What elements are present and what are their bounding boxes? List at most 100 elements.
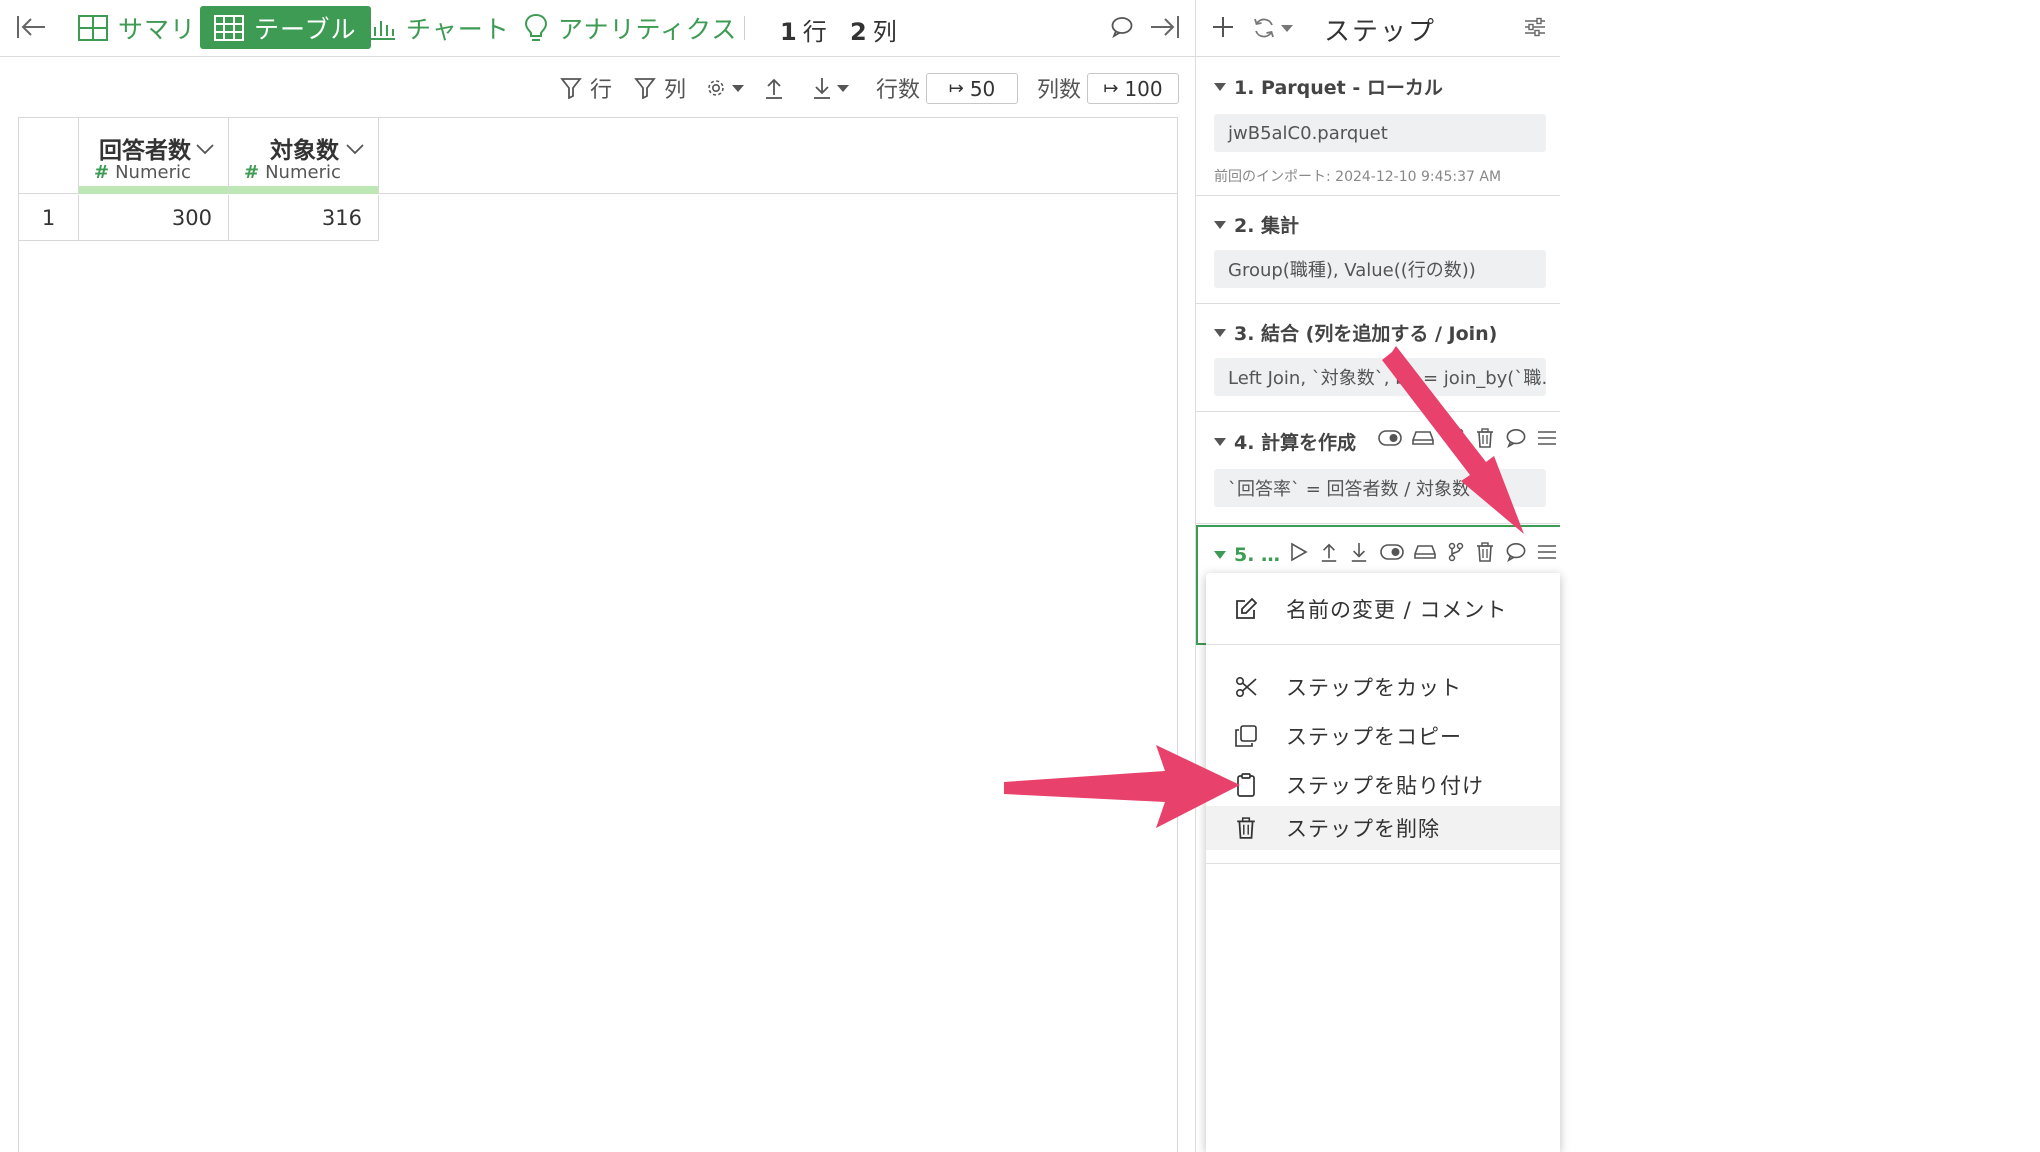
menu-item-delete[interactable]: ステップを削除: [1206, 806, 1560, 850]
chevron-down-icon[interactable]: [196, 140, 214, 159]
sort-ascending-button[interactable]: [764, 73, 784, 103]
toggle-icon[interactable]: [1380, 544, 1404, 560]
tab-chart[interactable]: チャート: [366, 6, 510, 49]
comment-icon[interactable]: [1506, 428, 1526, 448]
filter-icon: [634, 78, 656, 99]
numeric-hash-icon: #: [244, 162, 260, 183]
collapse-triangle-icon[interactable]: [1214, 328, 1226, 338]
collapse-triangle-icon[interactable]: [1214, 82, 1226, 92]
column-filter-label: 列: [664, 78, 687, 103]
add-step-icon[interactable]: [1212, 16, 1234, 42]
drive-icon[interactable]: [1414, 544, 1436, 560]
step-header[interactable]: 4. 計算を作成: [1214, 428, 1356, 455]
row-filter-button[interactable]: 行: [560, 73, 612, 103]
caret-down-icon: [837, 85, 849, 92]
bar-chart-icon: [367, 16, 395, 40]
drive-icon[interactable]: [1412, 430, 1434, 446]
table-cell[interactable]: 300: [79, 195, 229, 241]
step-summary[interactable]: jwB5alC0.parquet: [1214, 114, 1546, 152]
step-title: 1. Parquet - ローカル: [1234, 77, 1443, 99]
column-count-value: 2: [850, 18, 867, 46]
trash-icon[interactable]: [1476, 428, 1494, 448]
comment-icon[interactable]: [1506, 542, 1526, 562]
tab-summary-label: サマリ: [118, 14, 197, 44]
branch-icon[interactable]: [1448, 542, 1464, 562]
menu-item-copy[interactable]: ステップをコピー: [1206, 714, 1560, 758]
step-title: 3. 結合 (列を追加する / Join): [1234, 323, 1498, 345]
columns-limit-input[interactable]: ↦ 100: [1087, 73, 1179, 104]
column-type: # Numeric: [94, 162, 191, 183]
menu-item-paste[interactable]: ステップを貼り付け: [1206, 763, 1560, 807]
trash-icon: [1206, 817, 1286, 839]
step-title: 4. 計算を作成: [1234, 432, 1357, 454]
columns-limit-value: 100: [1124, 76, 1163, 101]
collapse-left-icon[interactable]: [16, 14, 46, 44]
step-header[interactable]: 2. 集計: [1214, 211, 1299, 238]
refresh-dropdown[interactable]: [1252, 16, 1294, 40]
column-header[interactable]: 対象数 # Numeric: [229, 118, 379, 194]
tab-table[interactable]: テーブル: [200, 6, 371, 49]
collapse-triangle-icon[interactable]: [1214, 220, 1226, 230]
table-icon: [214, 14, 244, 41]
menu-item-label: ステップをカット: [1286, 676, 1462, 700]
step-summary[interactable]: Left Join, `対象数`, by = join_by(`職…: [1214, 358, 1546, 396]
step-card[interactable]: 4. 計算を作成 `回答率` = 回答者数 / 対象数: [1196, 412, 1560, 524]
steps-panel-title: ステップ: [1324, 17, 1437, 47]
columns-label: 列数: [1037, 78, 1082, 103]
step-header[interactable]: 3. 結合 (列を追加する / Join): [1214, 319, 1497, 346]
download-arrow-icon[interactable]: [1350, 542, 1368, 562]
data-table: 回答者数 # Numeric 対象数 # Numeric 1 300 316: [18, 117, 1178, 1152]
step-header[interactable]: 5. …: [1214, 544, 1280, 566]
menu-divider: [1206, 644, 1560, 645]
chevron-down-icon[interactable]: [346, 140, 364, 159]
step-header[interactable]: 1. Parquet - ローカル: [1214, 73, 1443, 100]
jump-to-end-icon: ↦: [948, 78, 964, 99]
menu-item-cut[interactable]: ステップをカット: [1206, 665, 1560, 709]
column-type-label: Numeric: [265, 162, 341, 183]
menu-item-rename[interactable]: 名前の変更 / コメント: [1206, 587, 1560, 631]
gear-icon: [708, 80, 724, 96]
step-summary[interactable]: `回答率` = 回答者数 / 対象数: [1214, 469, 1546, 507]
rows-limit-value: 50: [969, 76, 996, 101]
hamburger-menu-icon[interactable]: [1538, 544, 1556, 560]
step-title: 5. …: [1234, 544, 1281, 566]
column-quality-bar: [79, 186, 228, 194]
step-card[interactable]: 2. 集計 Group(職種), Value((行の数)): [1196, 196, 1560, 304]
branch-icon[interactable]: [1448, 428, 1464, 448]
copy-icon: [1206, 725, 1286, 747]
collapse-triangle-icon[interactable]: [1214, 550, 1226, 560]
table-cell[interactable]: 316: [229, 195, 379, 241]
comment-icon[interactable]: [1111, 16, 1133, 42]
tab-summary[interactable]: サマリ: [78, 6, 196, 49]
row-index: 1: [19, 195, 79, 241]
tab-chart-label: チャート: [406, 14, 510, 44]
download-arrow-icon: [814, 78, 830, 99]
upload-arrow-icon[interactable]: [1320, 542, 1338, 562]
export-dropdown[interactable]: [812, 73, 850, 103]
tab-analytics[interactable]: アナリティクス: [524, 6, 737, 49]
toggle-icon[interactable]: [1378, 430, 1402, 446]
step-context-menu: 名前の変更 / コメント ステップをカット ステップをコピー ステップを貼り付け…: [1206, 573, 1560, 1152]
column-name: 回答者数: [99, 138, 191, 164]
run-icon[interactable]: [1290, 542, 1308, 562]
hamburger-menu-icon[interactable]: [1538, 430, 1556, 446]
menu-item-label: 名前の変更 / コメント: [1286, 598, 1508, 622]
rows-label: 行数: [876, 78, 921, 103]
collapse-right-icon[interactable]: [1150, 14, 1180, 44]
exploratory-app: サマリ テーブル チャート アナリティクス 1 行 2 列 行 列 行数 ↦ 50 …: [0, 0, 2040, 1152]
step-actions: [1282, 542, 1556, 562]
column-filter-button[interactable]: 列: [634, 73, 686, 103]
step-card[interactable]: 3. 結合 (列を追加する / Join) Left Join, `対象数`, …: [1196, 304, 1560, 412]
step-summary[interactable]: Group(職種), Value((行の数)): [1214, 250, 1546, 288]
step-card[interactable]: 1. Parquet - ローカル jwB5alC0.parquet 前回のイン…: [1196, 58, 1560, 196]
scissors-icon: [1206, 676, 1286, 698]
step-import-timestamp: 前回のインポート: 2024-12-10 9:45:37 AM: [1214, 169, 1502, 185]
sliders-icon[interactable]: [1524, 16, 1546, 42]
collapse-triangle-icon[interactable]: [1214, 437, 1226, 447]
jump-to-end-icon: ↦: [1103, 78, 1119, 99]
settings-dropdown[interactable]: [705, 73, 745, 103]
rows-limit-input[interactable]: ↦ 50: [926, 73, 1018, 104]
step-title: 2. 集計: [1234, 215, 1300, 237]
trash-icon[interactable]: [1476, 542, 1494, 562]
column-header[interactable]: 回答者数 # Numeric: [79, 118, 229, 194]
